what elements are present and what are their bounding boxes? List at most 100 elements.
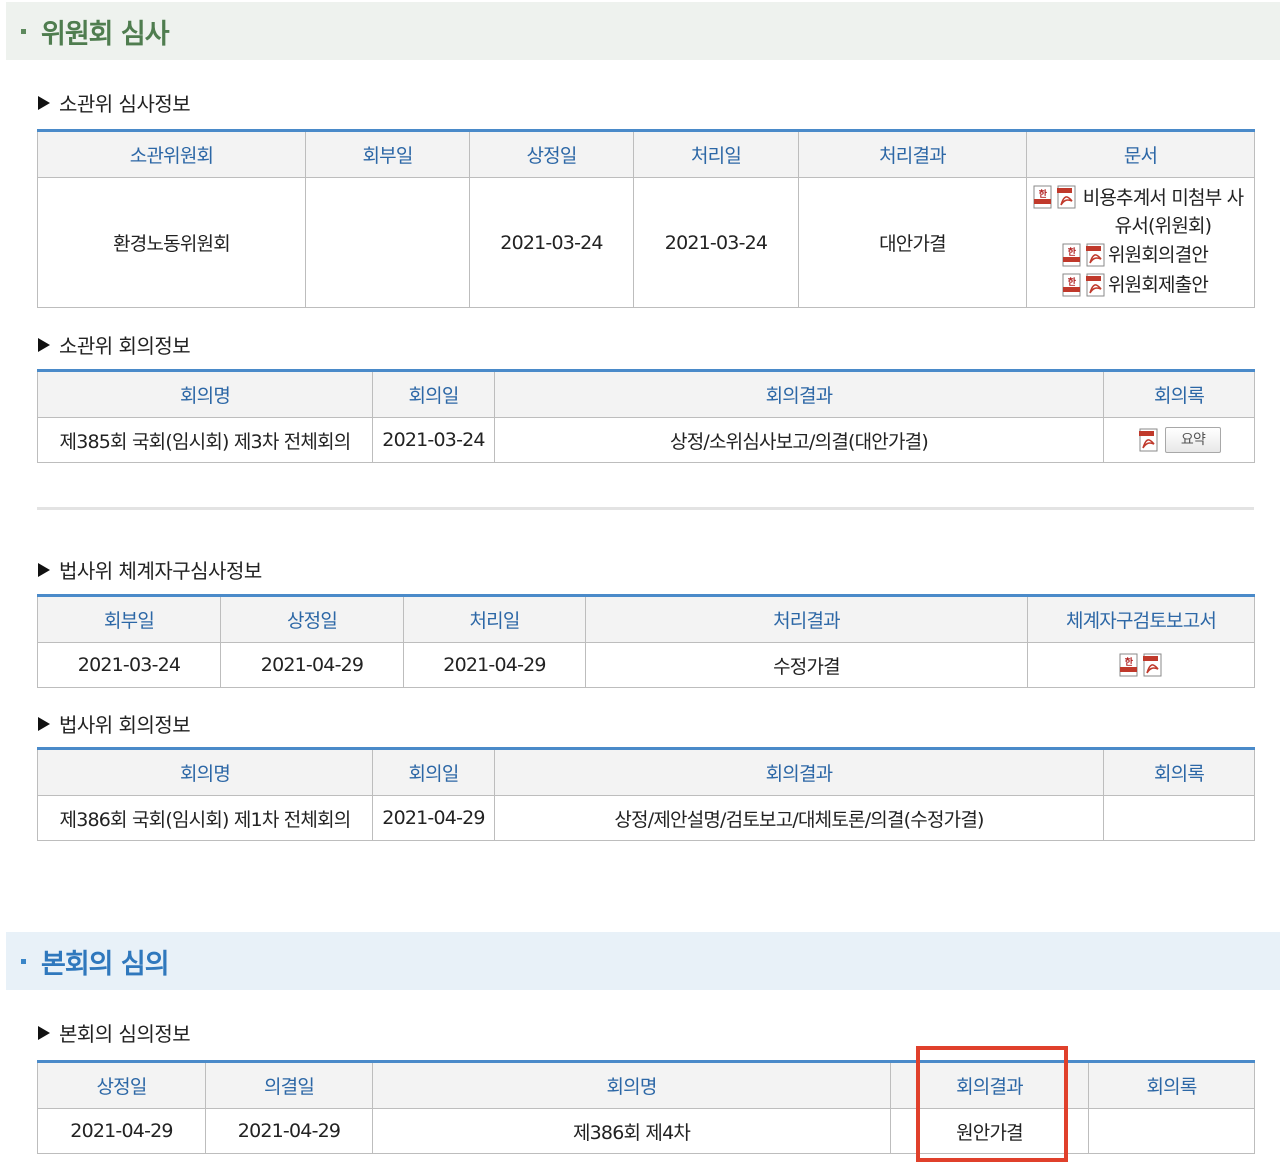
highlight-box: [916, 1046, 1068, 1162]
col-header: 소관위원회: [37, 130, 306, 178]
hwp-icon[interactable]: [1031, 185, 1055, 209]
document-label: 비용추계서 미첨부 사유서(위원회): [1082, 187, 1244, 237]
heading-label: 소관위 심사정보: [59, 92, 191, 116]
document-link[interactable]: 비용추계서 미첨부 사유서(위원회): [1031, 185, 1254, 240]
table-header-row: 회의명 회의일 회의결과 회의록: [37, 370, 1255, 418]
committee-review-heading: 소관위 심사정보: [38, 88, 191, 117]
processing-date: 2021-04-29: [403, 642, 586, 688]
presentation-date: 2021-03-24: [469, 177, 634, 308]
heading-label: 소관위 회의정보: [59, 334, 191, 358]
plenary-table: 상정일 의결일 회의명 회의결과 회의록 2021-04-29 2021-04-…: [37, 1060, 1255, 1154]
table-row: 2021-04-29 2021-04-29 제386회 제4차 원안가결: [37, 1108, 1255, 1154]
col-header: 회의명: [37, 370, 373, 418]
meeting-result: 상정/소위심사보고/의결(대안가결): [494, 417, 1104, 463]
col-header: 회부일: [37, 595, 221, 643]
triangle-bullet-icon: [38, 337, 50, 352]
table-row: 제385회 국회(임시회) 제3차 전체회의 2021-03-24 상정/소위심…: [37, 417, 1255, 463]
section-bullet-icon: [21, 28, 26, 34]
committee-review-table: 소관위원회 회부일 상정일 처리일 처리결과 문서 환경노동위원회 2021-0…: [37, 129, 1255, 308]
meeting-date: 2021-03-24: [372, 417, 495, 463]
col-header: 상정일: [37, 1061, 206, 1109]
section-title: 위원회 심사: [41, 18, 170, 50]
committee-meeting-heading: 소관위 회의정보: [38, 330, 191, 359]
heading-label: 법사위 체계자구심사정보: [59, 559, 262, 583]
pdf-icon[interactable]: [1084, 273, 1108, 297]
resolution-date: 2021-04-29: [205, 1108, 373, 1154]
table-row: 2021-03-24 2021-04-29 2021-04-29 수정가결: [37, 642, 1255, 688]
triangle-bullet-icon: [38, 1025, 50, 1040]
presentation-date: 2021-04-29: [37, 1108, 206, 1154]
legislation-review-table: 회부일 상정일 처리일 처리결과 체계자구검토보고서 2021-03-24 20…: [37, 594, 1255, 688]
referral-date: 2021-03-24: [37, 642, 221, 688]
triangle-bullet-icon: [38, 95, 50, 110]
legislation-meeting-heading: 법사위 회의정보: [38, 709, 191, 738]
referral-date: [305, 177, 470, 308]
minutes-cell: [1088, 1108, 1255, 1154]
plenary-heading: 본회의 심의정보: [38, 1018, 191, 1047]
col-header: 상정일: [469, 130, 634, 178]
col-header: 회의결과: [494, 370, 1104, 418]
minutes-cell: 요약: [1103, 417, 1255, 463]
col-header: 의결일: [205, 1061, 373, 1109]
minutes-cell: [1103, 795, 1255, 841]
table-row: 제386회 국회(임시회) 제1차 전체회의 2021-04-29 상정/제안설…: [37, 795, 1255, 841]
col-header: 체계자구검토보고서: [1027, 595, 1255, 643]
pdf-icon[interactable]: [1137, 428, 1161, 452]
hwp-icon[interactable]: [1117, 653, 1141, 677]
col-header: 회의록: [1088, 1061, 1255, 1109]
committee-section-header: 위원회 심사: [6, 2, 1280, 60]
table-header-row: 회부일 상정일 처리일 처리결과 체계자구검토보고서: [37, 595, 1255, 643]
col-header: 회의록: [1103, 370, 1255, 418]
col-header: 처리일: [633, 130, 799, 178]
table-row: 환경노동위원회 2021-03-24 2021-03-24 대안가결 비용추계서…: [37, 177, 1255, 308]
processing-date: 2021-03-24: [633, 177, 799, 308]
col-header: 상정일: [220, 595, 404, 643]
col-header: 회의결과: [494, 748, 1104, 796]
table-header-row: 상정일 의결일 회의명 회의결과 회의록: [37, 1061, 1255, 1109]
document-link[interactable]: 위원회의결안: [1031, 240, 1254, 270]
heading-label: 본회의 심의정보: [59, 1022, 191, 1046]
meeting-name: 제386회 국회(임시회) 제1차 전체회의: [37, 795, 373, 841]
processing-result: 대안가결: [798, 177, 1027, 308]
legislation-meeting-table: 회의명 회의일 회의결과 회의록 제386회 국회(임시회) 제1차 전체회의 …: [37, 747, 1255, 841]
processing-result: 수정가결: [585, 642, 1028, 688]
pdf-icon[interactable]: [1084, 243, 1108, 267]
meeting-name: 제386회 제4차: [372, 1108, 891, 1154]
plenary-section-header: 본회의 심의: [6, 932, 1280, 990]
table-header-row: 회의명 회의일 회의결과 회의록: [37, 748, 1255, 796]
summary-button[interactable]: 요약: [1165, 427, 1221, 453]
hwp-icon[interactable]: [1060, 273, 1084, 297]
section-title: 본회의 심의: [41, 948, 170, 980]
pdf-icon[interactable]: [1141, 653, 1165, 677]
document-label: 위원회제출안: [1108, 274, 1209, 296]
review-report-cell: [1027, 642, 1255, 688]
committee-meeting-table: 회의명 회의일 회의결과 회의록 제385회 국회(임시회) 제3차 전체회의 …: [37, 369, 1255, 463]
heading-label: 법사위 회의정보: [59, 713, 191, 737]
col-header: 회의일: [372, 748, 495, 796]
document-link[interactable]: 위원회제출안: [1031, 270, 1254, 300]
documents-cell: 비용추계서 미첨부 사유서(위원회) 위원회의결안 위원회제출안: [1026, 177, 1255, 308]
col-header: 회의명: [37, 748, 373, 796]
hwp-icon[interactable]: [1060, 243, 1084, 267]
table-header-row: 소관위원회 회부일 상정일 처리일 처리결과 문서: [37, 130, 1255, 178]
legislation-review-heading: 법사위 체계자구심사정보: [38, 555, 262, 584]
triangle-bullet-icon: [38, 716, 50, 731]
col-header: 회의록: [1103, 748, 1255, 796]
meeting-result: 상정/제안설명/검토보고/대체토론/의결(수정가결): [494, 795, 1104, 841]
document-label: 위원회의결안: [1108, 244, 1209, 266]
col-header: 처리일: [403, 595, 586, 643]
committee-name: 환경노동위원회: [37, 177, 306, 308]
pdf-icon[interactable]: [1055, 185, 1079, 209]
triangle-bullet-icon: [38, 562, 50, 577]
meeting-name: 제385회 국회(임시회) 제3차 전체회의: [37, 417, 373, 463]
col-header: 회의명: [372, 1061, 891, 1109]
meeting-date: 2021-04-29: [372, 795, 495, 841]
section-divider: [37, 507, 1254, 510]
col-header: 문서: [1026, 130, 1255, 178]
col-header: 처리결과: [798, 130, 1027, 178]
col-header: 회부일: [305, 130, 470, 178]
col-header: 회의일: [372, 370, 495, 418]
col-header: 처리결과: [585, 595, 1028, 643]
section-bullet-icon: [21, 958, 26, 964]
presentation-date: 2021-04-29: [220, 642, 404, 688]
